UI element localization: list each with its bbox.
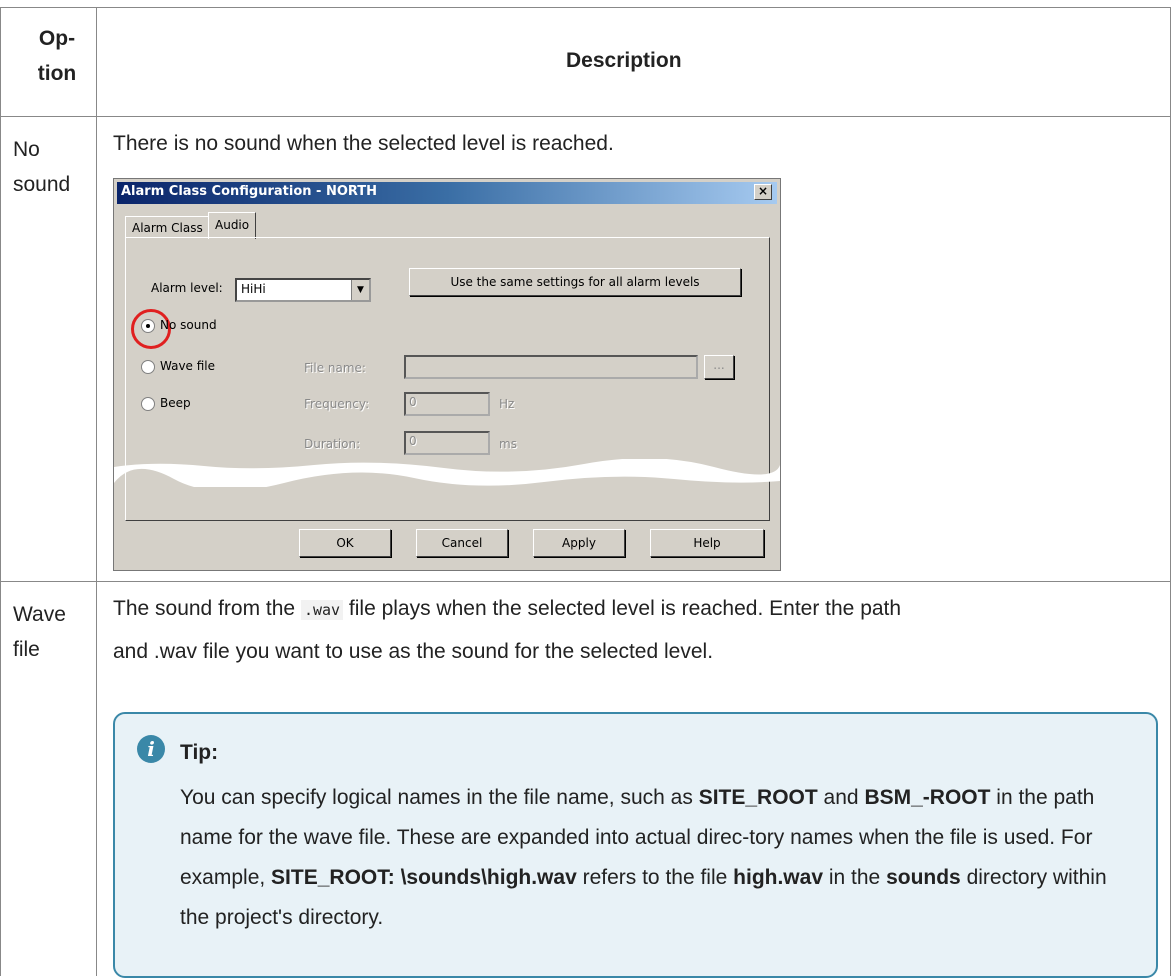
row-description-wave-file: The sound from the .wav file plays when … [113,589,901,630]
tip-text: You can specify logical names in the fil… [180,786,699,809]
header-description: Description [566,49,682,72]
frequency-label: Frequency: [304,397,370,411]
table-border-top [0,7,1171,8]
dialog-title: Alarm Class Configuration - NORTH [121,184,378,199]
tip-bold: SITE_ROOT: \sounds\high.wav [271,866,577,889]
row-divider [0,581,1171,582]
torn-edge [114,459,780,487]
alarm-level-label: Alarm level: [151,281,223,295]
row-description-wave-file-line2: and .wav file you want to use as the sou… [113,640,714,663]
alarm-class-dialog-screenshot: Alarm Class Configuration - NORTH × Alar… [113,178,781,571]
same-settings-button[interactable]: Use the same settings for all alarm leve… [409,268,741,296]
close-icon[interactable]: × [754,184,772,200]
header-option: Op- tion [37,27,77,85]
desc-text: file plays when the selected level is re… [343,597,902,620]
alarm-level-value: HiHi [241,282,266,296]
browse-button[interactable]: ... [704,355,734,379]
table-border-left [0,7,1,976]
cancel-button[interactable]: Cancel [416,529,508,557]
radio-wave-file[interactable] [141,360,155,374]
hz-label: Hz [499,397,515,411]
tip-title: Tip: [180,741,219,764]
row-description-no-sound: There is no sound when the selected leve… [113,132,614,155]
row-option-wave-file: Wave file [13,603,66,661]
alarm-level-select[interactable]: HiHi ▼ [235,278,371,302]
tab-audio[interactable]: Audio [208,212,257,239]
ok-button[interactable]: OK [299,529,391,557]
radio-no-sound-label: No sound [160,318,217,332]
radio-no-sound[interactable] [141,319,155,333]
help-button[interactable]: Help [650,529,764,557]
tip-bold: high.wav [733,866,824,889]
ms-label: ms [499,437,517,451]
row-option-no-sound: No sound [13,138,71,196]
header-divider [0,116,1171,117]
tip-text: refers to the file [576,866,734,889]
dialog-titlebar: Alarm Class Configuration - NORTH × [117,182,777,204]
frequency-field[interactable]: 0 [404,392,490,416]
radio-beep[interactable] [141,397,155,411]
duration-value: 0 [409,434,417,448]
frequency-value: 0 [409,395,417,409]
file-name-label: File name: [304,361,366,375]
tip-bold: BSM_-ROOT [864,786,991,809]
duration-label: Duration: [304,437,361,451]
file-name-field[interactable] [404,355,698,379]
radio-beep-label: Beep [160,396,191,410]
tip-text: in the [823,866,887,889]
apply-button[interactable]: Apply [533,529,625,557]
desc-text: The sound from the [113,597,301,620]
wav-code: .wav [300,600,344,620]
tip-callout: i Tip: You can specify logical names in … [113,712,1158,978]
tip-bold: sounds [886,866,961,889]
tab-alarm-class[interactable]: Alarm Class [125,216,210,239]
radio-wave-file-label: Wave file [160,359,216,373]
duration-field[interactable]: 0 [404,431,490,455]
tip-body: You can specify logical names in the fil… [180,778,1140,938]
column-divider [96,7,97,976]
chevron-down-icon[interactable]: ▼ [351,280,369,300]
tip-bold: SITE_ROOT [698,786,818,809]
info-icon: i [137,735,165,763]
tip-text: and [817,786,865,809]
